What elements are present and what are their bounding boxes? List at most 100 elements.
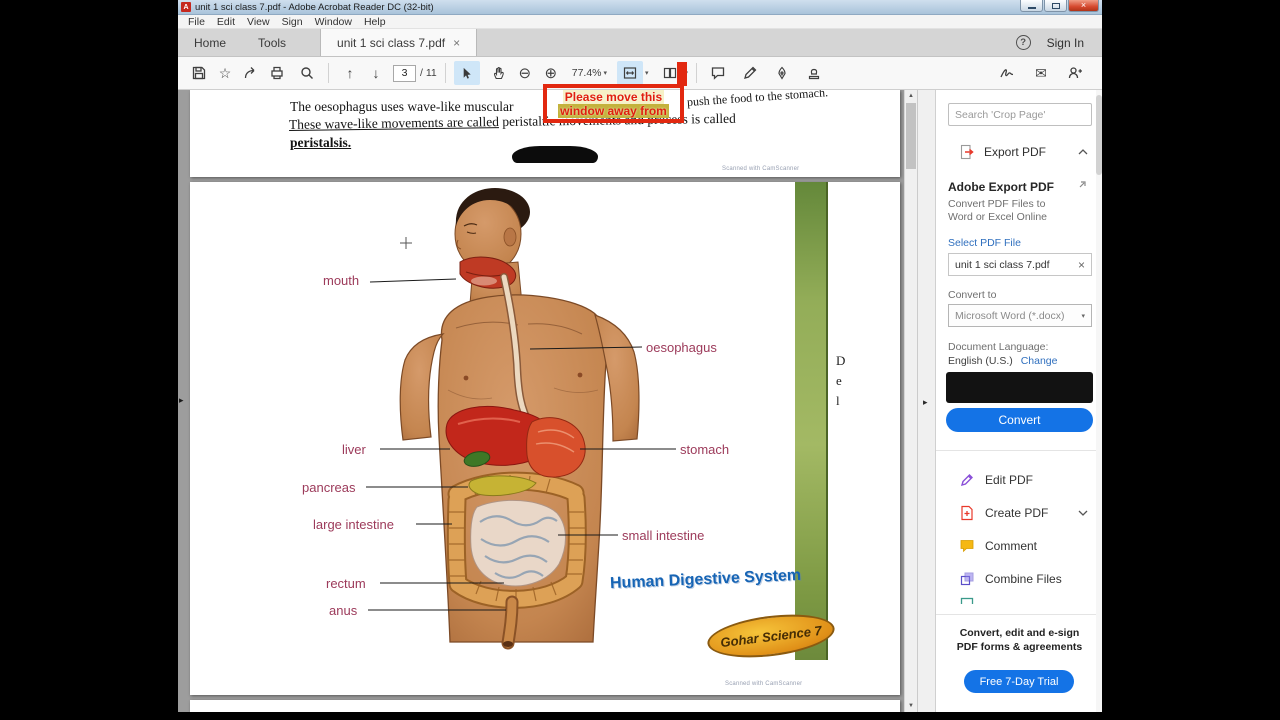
fill-sign-button[interactable] bbox=[769, 61, 795, 85]
panel-scrollbar[interactable] bbox=[1096, 90, 1102, 712]
chevron-down-icon: ▾ bbox=[645, 70, 649, 77]
acrobat-window: A unit 1 sci class 7.pdf - Adobe Acrobat… bbox=[178, 0, 1102, 712]
search-button[interactable] bbox=[294, 61, 320, 85]
left-panel-expand-icon[interactable]: ▸ bbox=[179, 395, 184, 406]
zoom-out-button[interactable]: ⊖ bbox=[512, 61, 538, 85]
menu-file[interactable]: File bbox=[182, 16, 211, 28]
export-pdf-icon bbox=[960, 144, 974, 160]
label-pancreas: pancreas bbox=[302, 480, 356, 495]
hand-tool-button[interactable] bbox=[486, 61, 512, 85]
chevron-up-icon[interactable] bbox=[1078, 148, 1088, 156]
adobe-export-title: Adobe Export PDF bbox=[948, 180, 1055, 194]
panel-collapse-strip: ▸ bbox=[917, 90, 935, 712]
share-button[interactable] bbox=[238, 61, 264, 85]
next-page-button[interactable]: ↓ bbox=[363, 61, 389, 85]
combine-files-icon bbox=[960, 572, 974, 586]
panel-scrollbar-thumb[interactable] bbox=[1096, 95, 1102, 175]
star-button[interactable]: ☆ bbox=[212, 61, 238, 85]
pencil-icon bbox=[744, 66, 757, 79]
tab-home[interactable]: Home bbox=[178, 29, 242, 56]
tool-edit-pdf[interactable]: Edit PDF bbox=[936, 466, 1102, 494]
pdf-page-2: D e l mouth oesophagus liver stomach pan… bbox=[190, 182, 900, 695]
pdf-page-3 bbox=[190, 700, 900, 712]
selected-file-box[interactable]: unit 1 sci class 7.pdf × bbox=[948, 253, 1092, 276]
tools-search-box[interactable] bbox=[948, 103, 1092, 126]
save-button[interactable] bbox=[186, 61, 212, 85]
hand-tool-icon bbox=[493, 66, 504, 80]
search-icon bbox=[301, 67, 313, 79]
document-scrollbar[interactable]: ▲ ▼ bbox=[904, 90, 917, 712]
scroll-up-icon[interactable]: ▲ bbox=[905, 90, 917, 102]
overlay-annotation: Please move this window away from bbox=[543, 84, 684, 123]
page-number-input[interactable] bbox=[393, 64, 416, 82]
free-trial-button[interactable]: Free 7-Day Trial bbox=[964, 670, 1074, 693]
partial-tool-icon bbox=[960, 597, 974, 604]
fit-width-button[interactable] bbox=[617, 61, 644, 85]
help-icon[interactable]: ? bbox=[1015, 35, 1031, 50]
camscanner-watermark: Scanned with CamScanner bbox=[722, 166, 800, 172]
tool-combine-files[interactable]: Combine Files bbox=[936, 565, 1102, 593]
pages-container: The oesophagus uses wave-like muscular p… bbox=[178, 90, 904, 712]
label-oesophagus: oesophagus bbox=[646, 340, 717, 355]
previous-page-button[interactable]: ↑ bbox=[337, 61, 363, 85]
toolbar-separator bbox=[444, 63, 446, 83]
tab-close-icon[interactable]: × bbox=[453, 36, 460, 50]
menu-sign[interactable]: Sign bbox=[276, 16, 309, 28]
tool-partial[interactable] bbox=[959, 596, 975, 604]
zoom-level-dropdown[interactable]: 77.4% bbox=[572, 67, 602, 79]
sign-in-button[interactable]: Sign In bbox=[1047, 36, 1084, 50]
tab-document-label: unit 1 sci class 7.pdf bbox=[337, 35, 446, 50]
main-content: ▸ The oesophagus uses wave-like muscular… bbox=[178, 90, 1102, 712]
remove-file-icon[interactable]: × bbox=[1078, 258, 1085, 272]
panel-collapse-icon[interactable]: ▸ bbox=[923, 397, 928, 408]
signature-button[interactable] bbox=[994, 61, 1020, 85]
export-pdf-section-header[interactable]: Export PDF bbox=[936, 138, 1102, 166]
close-button[interactable]: × bbox=[1068, 0, 1099, 12]
menu-edit[interactable]: Edit bbox=[211, 16, 241, 28]
panel-divider bbox=[936, 614, 1102, 615]
label-liver: liver bbox=[342, 442, 366, 457]
tool-comment[interactable]: Comment bbox=[936, 532, 1102, 560]
highlight-button[interactable] bbox=[737, 61, 763, 85]
maximize-button[interactable] bbox=[1044, 0, 1067, 12]
select-pdf-file-link[interactable]: Select PDF File bbox=[948, 237, 1021, 249]
menu-help[interactable]: Help bbox=[358, 16, 392, 28]
signature-icon bbox=[999, 69, 1013, 78]
email-button[interactable]: ✉ bbox=[1028, 61, 1054, 85]
menu-view[interactable]: View bbox=[241, 16, 276, 28]
tool-create-pdf[interactable]: Create PDF bbox=[936, 499, 1102, 527]
tab-tools[interactable]: Tools bbox=[242, 29, 302, 56]
convert-to-label: Convert to bbox=[948, 289, 997, 301]
comment-button[interactable] bbox=[705, 61, 731, 85]
print-button[interactable] bbox=[264, 61, 290, 85]
chevron-down-icon[interactable] bbox=[1078, 509, 1088, 517]
menu-window[interactable]: Window bbox=[309, 16, 358, 28]
change-language-link[interactable]: Change bbox=[1021, 355, 1058, 367]
title-bar: A unit 1 sci class 7.pdf - Adobe Acrobat… bbox=[178, 0, 1102, 15]
scroll-down-icon[interactable]: ▼ bbox=[905, 700, 917, 712]
promo-text: Convert, edit and e-sign PDF forms & agr… bbox=[956, 627, 1083, 653]
tools-search-input[interactable] bbox=[955, 108, 1085, 121]
link-icon bbox=[1079, 181, 1086, 188]
annotation-line2: window away from bbox=[558, 103, 669, 118]
add-user-button[interactable] bbox=[1062, 61, 1088, 85]
format-dropdown[interactable]: Microsoft Word (*.docx) ▾ bbox=[948, 304, 1092, 327]
tab-document[interactable]: unit 1 sci class 7.pdf × bbox=[320, 29, 478, 56]
scrollbar-thumb[interactable] bbox=[906, 103, 916, 169]
tab-bar-right: ? Sign In bbox=[1015, 29, 1102, 56]
tool-label: Combine Files bbox=[985, 572, 1062, 586]
chevron-down-icon: ▾ bbox=[1081, 312, 1085, 320]
document-viewer: ▸ The oesophagus uses wave-like muscular… bbox=[178, 90, 917, 712]
minimize-button[interactable] bbox=[1020, 0, 1043, 12]
label-large-intestine: large intestine bbox=[313, 517, 394, 532]
tools-panel: Export PDF Adobe Export PDF Convert PDF … bbox=[935, 90, 1102, 712]
annotation-line1: Please move this bbox=[562, 89, 665, 104]
format-value: Microsoft Word (*.docx) bbox=[955, 309, 1065, 322]
screen: { "window": { "title": "unit 1 sci class… bbox=[0, 0, 1280, 720]
label-rectum: rectum bbox=[326, 576, 366, 591]
selected-file-name: unit 1 sci class 7.pdf bbox=[955, 258, 1050, 271]
select-tool-button[interactable] bbox=[453, 61, 480, 85]
convert-button[interactable]: Convert bbox=[946, 408, 1093, 432]
zoom-in-button[interactable]: ⊕ bbox=[538, 61, 564, 85]
stamp-button[interactable] bbox=[801, 61, 827, 85]
